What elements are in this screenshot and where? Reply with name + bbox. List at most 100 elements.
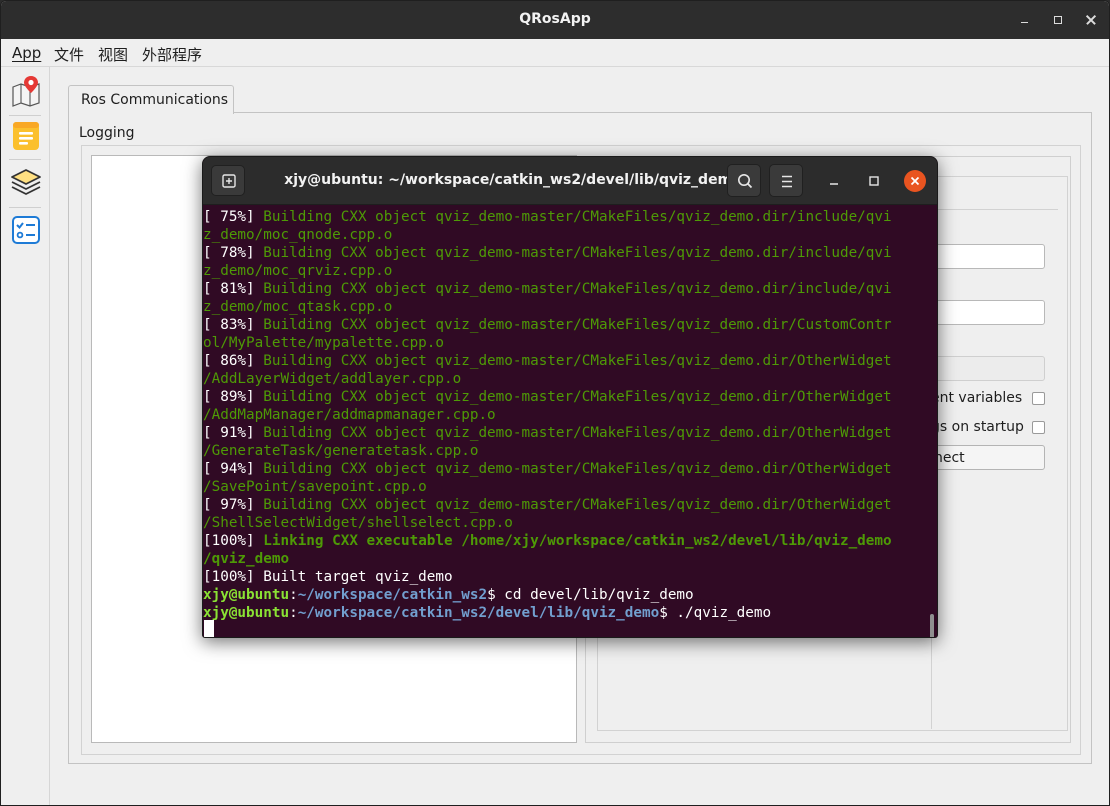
terminal-text: : [289, 587, 298, 603]
terminal-text: /qviz_demo [203, 551, 290, 567]
env-variables-label: ent variables [931, 390, 1023, 406]
menu-file[interactable]: 文件 [54, 44, 84, 65]
terminal-text: [ 75%] [203, 209, 264, 225]
terminal-title: xjy@ubuntu: ~/workspace/catkin_ws2/devel… [284, 172, 742, 188]
terminal-text: z_demo/moc_qnode.cpp.o [203, 227, 393, 243]
maximize-icon[interactable] [865, 172, 883, 190]
terminal-text: xjy@ubuntu [203, 605, 290, 621]
host-ip-input[interactable] [931, 300, 1045, 325]
terminal-lines: [ 75%] Building CXX object qviz_demo-mas… [203, 208, 925, 622]
logging-label: Logging [79, 125, 135, 141]
topic-input [931, 356, 1045, 381]
terminal-line: [ 89%] Building CXX object qviz_demo-mas… [203, 388, 925, 406]
tab-ros-communications[interactable]: Ros Communications [68, 85, 234, 114]
terminal-text: ~/workspace/catkin_ws2/devel/lib/qviz_de… [297, 605, 660, 621]
terminal-text: z_demo/moc_qrviz.cpp.o [203, 263, 393, 279]
new-tab-button[interactable] [211, 165, 245, 196]
terminal-text: [ 89%] [203, 389, 264, 405]
startup-label: gs on startup [931, 419, 1024, 435]
terminal-text: Building CXX object qviz_demo-master/CMa… [263, 353, 892, 369]
terminal-line: xjy@ubuntu:~/workspace/catkin_ws2/devel/… [203, 604, 925, 622]
terminal-line: ol/MyPalette/mypalette.cpp.o [203, 334, 925, 352]
terminal-text: [ 94%] [203, 461, 264, 477]
close-icon[interactable] [904, 170, 926, 192]
map-pin-icon[interactable] [9, 75, 43, 109]
layers-icon[interactable] [9, 165, 43, 199]
terminal-line: [ 97%] Building CXX object qviz_demo-mas… [203, 496, 925, 514]
terminal-text: Building CXX object qviz_demo-master/CMa… [263, 317, 892, 333]
terminal-text: ~/workspace/catkin_ws2 [297, 587, 488, 603]
connect-button-label: nect [934, 450, 965, 466]
app-title: QRosApp [519, 11, 591, 27]
terminal-text: /GenerateTask/generatetask.cpp.o [203, 443, 479, 459]
tab-label: Ros Communications [81, 92, 229, 108]
terminal-line: /AddMapManager/addmapmanager.cpp.o [203, 406, 925, 424]
side-toolbar [1, 67, 50, 805]
terminal-line: [100%] Built target qviz_demo [203, 568, 925, 586]
terminal-line: /AddLayerWidget/addlayer.cpp.o [203, 370, 925, 388]
terminal-line: z_demo/moc_qtask.cpp.o [203, 298, 925, 316]
terminal-text: [ 83%] [203, 317, 264, 333]
menubar: App 文件 视图 外部程序 [1, 39, 1109, 67]
terminal-text: /AddMapManager/addmapmanager.cpp.o [203, 407, 496, 423]
terminal-text: [ 78%] [203, 245, 264, 261]
terminal-text: [ 86%] [203, 353, 264, 369]
terminal-line: /GenerateTask/generatetask.cpp.o [203, 442, 925, 460]
terminal-text: Building CXX object qviz_demo-master/CMa… [263, 389, 892, 405]
terminal-line: /ShellSelectWidget/shellselect.cpp.o [203, 514, 925, 532]
menu-view[interactable]: 视图 [98, 44, 128, 65]
terminal-text: ol/MyPalette/mypalette.cpp.o [203, 335, 445, 351]
terminal-line: [100%] Linking CXX executable /home/xjy/… [203, 532, 925, 550]
terminal-scrollbar[interactable] [930, 614, 934, 637]
master-url-input[interactable] [931, 244, 1045, 269]
terminal-text: : [289, 605, 298, 621]
terminal-line: z_demo/moc_qrviz.cpp.o [203, 262, 925, 280]
terminal-text: $ ./qviz_demo [659, 605, 772, 621]
close-icon[interactable] [1081, 10, 1101, 30]
checklist-icon[interactable] [9, 213, 43, 247]
terminal-text: z_demo/moc_qtask.cpp.o [203, 299, 393, 315]
terminal-text: Building CXX object qviz_demo-master/CMa… [263, 425, 892, 441]
terminal-text: Linking CXX executable /home/xjy/workspa… [263, 533, 892, 549]
terminal-output[interactable]: [ 75%] Building CXX object qviz_demo-mas… [203, 206, 937, 637]
terminal-text: /ShellSelectWidget/shellselect.cpp.o [203, 515, 513, 531]
terminal-line: [ 86%] Building CXX object qviz_demo-mas… [203, 352, 925, 370]
terminal-window[interactable]: xjy@ubuntu: ~/workspace/catkin_ws2/devel… [202, 156, 938, 638]
terminal-line: [ 94%] Building CXX object qviz_demo-mas… [203, 460, 925, 478]
terminal-line: /SavePoint/savepoint.cpp.o [203, 478, 925, 496]
minimize-icon[interactable] [1015, 10, 1035, 30]
connect-button[interactable]: nect [931, 445, 1045, 470]
terminal-text: Building CXX object qviz_demo-master/CMa… [263, 281, 892, 297]
terminal-line: [ 78%] Building CXX object qviz_demo-mas… [203, 244, 925, 262]
maximize-icon[interactable] [1048, 10, 1068, 30]
terminal-text: xjy@ubuntu [203, 587, 290, 603]
terminal-line: /qviz_demo [203, 550, 925, 568]
app-titlebar[interactable]: QRosApp [1, 1, 1109, 39]
terminal-text: [100%] Built target qviz_demo [203, 569, 453, 585]
hamburger-menu-icon[interactable] [769, 164, 803, 197]
terminal-line: [ 81%] Building CXX object qviz_demo-mas… [203, 280, 925, 298]
menu-external-programs[interactable]: 外部程序 [142, 44, 202, 65]
terminal-line: z_demo/moc_qnode.cpp.o [203, 226, 925, 244]
menu-app[interactable]: App [12, 44, 41, 62]
terminal-text: Building CXX object qviz_demo-master/CMa… [263, 209, 892, 225]
terminal-text: [ 91%] [203, 425, 264, 441]
terminal-line: [ 91%] Building CXX object qviz_demo-mas… [203, 424, 925, 442]
terminal-line: xjy@ubuntu:~/workspace/catkin_ws2$ cd de… [203, 586, 925, 604]
terminal-line: [ 83%] Building CXX object qviz_demo-mas… [203, 316, 925, 334]
search-icon[interactable] [727, 164, 761, 197]
minimize-icon[interactable] [825, 172, 843, 190]
terminal-cursor [204, 620, 214, 637]
terminal-header[interactable]: xjy@ubuntu: ~/workspace/catkin_ws2/devel… [203, 157, 937, 205]
terminal-text: $ cd devel/lib/qviz_demo [487, 587, 694, 603]
terminal-text: Building CXX object qviz_demo-master/CMa… [263, 497, 892, 513]
terminal-text: Building CXX object qviz_demo-master/CMa… [263, 245, 892, 261]
env-variables-checkbox[interactable] [1032, 392, 1045, 405]
notes-icon[interactable] [9, 119, 43, 153]
terminal-text: /SavePoint/savepoint.cpp.o [203, 479, 427, 495]
terminal-line: [ 75%] Building CXX object qviz_demo-mas… [203, 208, 925, 226]
terminal-text: [ 97%] [203, 497, 264, 513]
terminal-text: /AddLayerWidget/addlayer.cpp.o [203, 371, 462, 387]
terminal-text: Building CXX object qviz_demo-master/CMa… [263, 461, 892, 477]
startup-checkbox[interactable] [1032, 421, 1045, 434]
